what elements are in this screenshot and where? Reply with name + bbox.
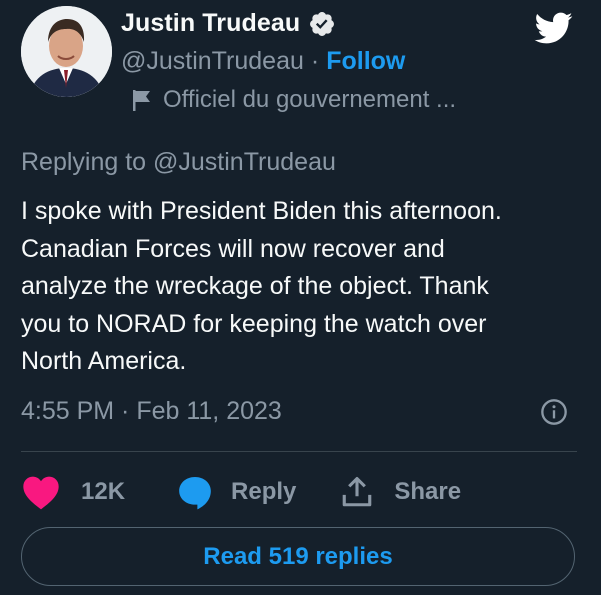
tweet-timestamp[interactable]: 4:55 PM · Feb 11, 2023 (21, 397, 282, 426)
follow-button[interactable]: Follow (326, 47, 405, 76)
author-handle-row: @JustinTrudeau · Follow (121, 47, 405, 76)
account-label: Officiel du gouvernement ... (163, 86, 457, 113)
author-name[interactable]: Justin Trudeau (121, 9, 300, 38)
read-replies-button[interactable]: Read 519 replies (21, 527, 575, 586)
heart-icon (23, 476, 59, 510)
author-handle[interactable]: @JustinTrudeau (121, 47, 304, 76)
reply-label: Reply (231, 478, 297, 505)
flag-icon (133, 90, 150, 111)
tweet-text-line: North America. (21, 347, 187, 375)
verified-badge-icon (310, 11, 335, 36)
share-button[interactable]: Share (340, 475, 461, 509)
tweet-text: I spoke with President Biden this aftern… (21, 193, 586, 381)
like-count: 12K (81, 478, 126, 505)
reply-bubble-icon (179, 476, 211, 510)
tweet-text-line: I spoke with President Biden this aftern… (21, 197, 502, 225)
tweet-text-line: you to NORAD for keeping the watch over (21, 309, 487, 338)
avatar-image (21, 6, 112, 97)
account-label-row[interactable]: Officiel du gouvernement ... (131, 86, 456, 114)
info-icon[interactable] (540, 398, 568, 426)
reply-button[interactable]: Reply (175, 473, 296, 511)
like-button[interactable]: 12K (21, 474, 125, 510)
avatar[interactable] (21, 6, 112, 97)
share-label: Share (394, 478, 462, 505)
author-name-row: Justin Trudeau (121, 9, 336, 38)
separator-dot: · (310, 47, 320, 75)
tweet-text-line: analyze the wreckage of the object. Than… (21, 272, 489, 300)
share-icon (343, 476, 372, 507)
divider (21, 451, 577, 452)
twitter-bird-icon[interactable] (530, 8, 576, 48)
tweet-text-line: Canadian Forces will now recover and (21, 234, 445, 263)
action-bar: 12K Reply Share (21, 472, 461, 512)
replying-to[interactable]: Replying to @JustinTrudeau (21, 148, 336, 177)
